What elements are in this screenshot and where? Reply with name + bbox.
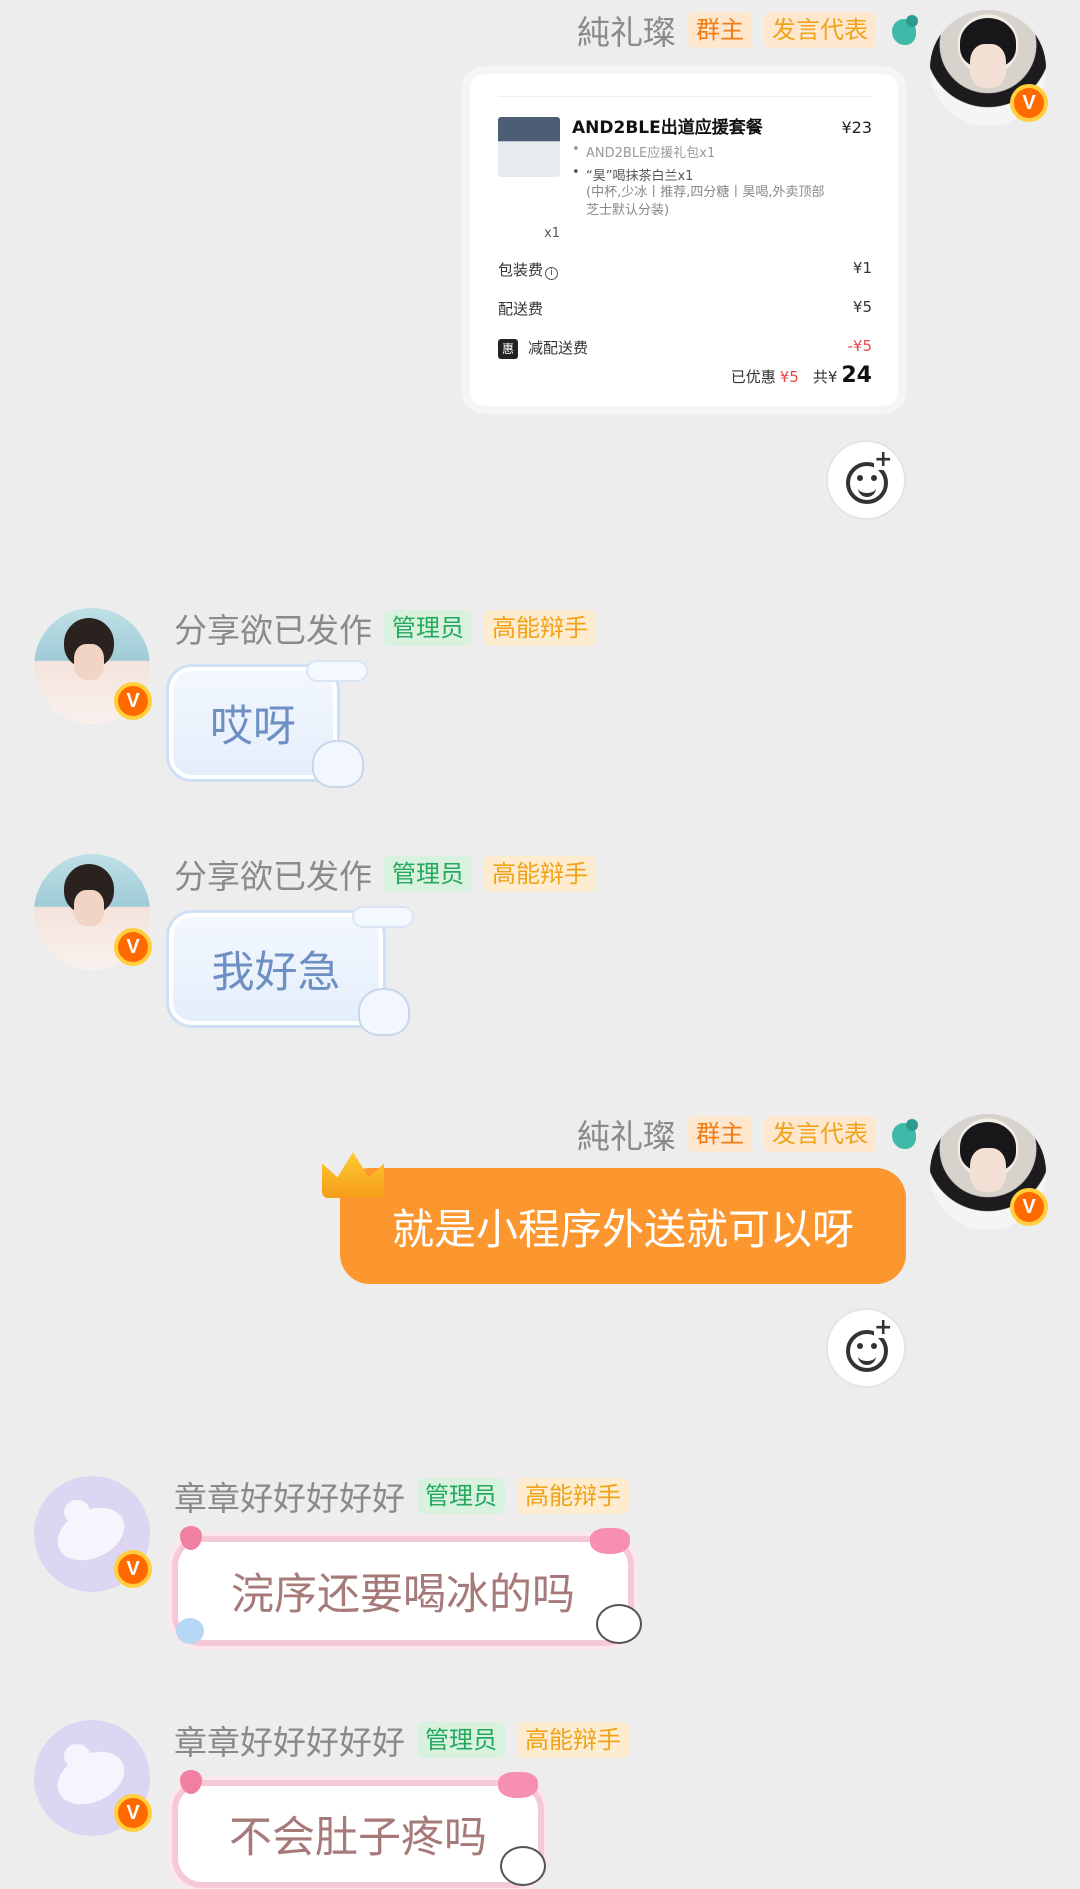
owner-tag: 群主	[688, 12, 752, 48]
order-item-note: 芝士默认分装)	[586, 203, 670, 218]
add-reaction-button[interactable]: +	[826, 1308, 906, 1388]
verified-badge: V	[1010, 84, 1048, 122]
cloud-decoration	[352, 906, 414, 928]
order-product: AND2BLE出道应援套餐 ¥23 AND2BLE应援礼包x1 “昊”喝抹茶白兰…	[498, 96, 872, 220]
crown-icon	[322, 1152, 384, 1198]
order-quantity: x1	[544, 226, 560, 241]
order-item: AND2BLE应援礼包x1	[572, 142, 872, 161]
sender-name-row: 分享欲已发作 管理员 高能辩手	[174, 606, 596, 650]
sender-name-row: 純礼璨 群主 发言代表	[577, 8, 920, 52]
verified-badge: V	[114, 1550, 152, 1588]
fee-row-discount: 惠减配送费 -¥5	[498, 337, 872, 359]
total-label: 共¥	[812, 368, 838, 386]
sender-name[interactable]: 純礼璨	[577, 1110, 676, 1158]
parrot-icon	[888, 1117, 920, 1151]
sender-name-row: 章章好好好好好 管理员 高能辩手	[174, 1718, 629, 1762]
message-text: 我好急	[211, 948, 341, 998]
fee-label: 配送费	[498, 300, 544, 318]
fee-row-packaging: 包装费 i ¥1	[498, 259, 872, 280]
sender-name-row: 分享欲已发作 管理员 高能辩手	[174, 852, 596, 896]
fee-label: 包装费	[498, 261, 544, 279]
sender-name[interactable]: 章章好好好好好	[174, 1716, 405, 1764]
verified-badge: V	[1010, 1188, 1048, 1226]
verified-badge: V	[114, 928, 152, 966]
plus-icon: +	[874, 1315, 893, 1340]
avatar[interactable]: V	[930, 1114, 1048, 1230]
sender-name[interactable]: 分享欲已发作	[174, 604, 372, 652]
chat-area: 純礼璨 群主 发言代表 V AND2BLE出道应援套餐 ¥23 AND2BLE应…	[0, 0, 1080, 1889]
product-thumbnail	[498, 117, 560, 177]
cat-decoration	[312, 740, 364, 788]
avatar[interactable]: V	[34, 608, 152, 724]
order-title: AND2BLE出道应援套餐	[572, 118, 763, 138]
hello-kitty-decoration	[596, 1604, 642, 1644]
sender-name-row: 章章好好好好好 管理员 高能辩手	[174, 1474, 629, 1518]
order-price: ¥23	[841, 118, 872, 137]
sender-name[interactable]: 分享欲已发作	[174, 850, 372, 898]
owner-tag: 群主	[688, 1116, 752, 1152]
sender-name[interactable]: 章章好好好好好	[174, 1472, 405, 1520]
debater-tag: 高能辩手	[484, 856, 596, 892]
admin-tag: 管理员	[384, 856, 472, 892]
discount-badge: 惠	[498, 339, 518, 359]
sender-name[interactable]: 純礼璨	[577, 6, 676, 54]
cloud-decoration	[306, 660, 368, 682]
admin-tag: 管理员	[417, 1722, 505, 1758]
order-total: 已优惠 ¥5 共¥ 24	[731, 363, 872, 388]
order-card[interactable]: AND2BLE出道应援套餐 ¥23 AND2BLE应援礼包x1 “昊”喝抹茶白兰…	[462, 66, 906, 414]
message-bubble[interactable]: 就是小程序外送就可以呀	[340, 1168, 906, 1284]
message-bubble[interactable]: 浣序还要喝冰的吗	[172, 1536, 634, 1646]
verified-badge: V	[114, 1794, 152, 1832]
order-item: “昊”喝抹茶白兰x1	[572, 165, 872, 184]
add-reaction-button[interactable]: +	[826, 440, 906, 520]
info-icon[interactable]: i	[545, 267, 559, 280]
message-text: 浣序还要喝冰的吗	[231, 1570, 575, 1620]
fee-value: ¥5	[852, 298, 872, 316]
order-item-note: (中杯,少冰丨推荐,四分糖丨昊喝,外卖顶部	[586, 185, 825, 200]
avatar[interactable]: V	[930, 10, 1048, 126]
bow-decoration	[498, 1772, 538, 1798]
admin-tag: 管理员	[417, 1478, 505, 1514]
saved-value: ¥5	[779, 368, 799, 386]
total-value: 24	[841, 363, 872, 388]
avatar[interactable]: V	[34, 1476, 152, 1592]
avatar[interactable]: V	[34, 1720, 152, 1836]
verified-badge: V	[114, 682, 152, 720]
message-bubble[interactable]: 不会肚子疼吗	[172, 1780, 544, 1888]
sender-name-row: 純礼璨 群主 发言代表	[577, 1112, 920, 1156]
debater-tag: 高能辩手	[517, 1478, 629, 1514]
debater-tag: 高能辩手	[517, 1722, 629, 1758]
fee-label: 减配送费	[528, 339, 589, 357]
debater-tag: 高能辩手	[484, 610, 596, 646]
parrot-icon	[888, 13, 920, 47]
admin-tag: 管理员	[384, 610, 472, 646]
fee-row-delivery: 配送费 ¥5	[498, 298, 872, 319]
hello-kitty-decoration	[500, 1846, 546, 1886]
heart-decoration	[176, 1618, 204, 1644]
speaker-rep-tag: 发言代表	[764, 12, 876, 48]
message-text: 不会肚子疼吗	[229, 1813, 487, 1863]
saved-label: 已优惠	[730, 368, 776, 386]
message-text: 哎呀	[210, 702, 296, 752]
avatar[interactable]: V	[34, 854, 152, 970]
message-text: 就是小程序外送就可以呀	[391, 1204, 854, 1254]
message-bubble[interactable]: 我好急	[166, 910, 386, 1028]
speaker-rep-tag: 发言代表	[764, 1116, 876, 1152]
fee-value: -¥5	[847, 337, 873, 355]
bow-decoration	[590, 1528, 630, 1554]
plus-icon: +	[874, 447, 893, 472]
cat-decoration	[358, 988, 410, 1036]
fee-value: ¥1	[852, 259, 872, 277]
